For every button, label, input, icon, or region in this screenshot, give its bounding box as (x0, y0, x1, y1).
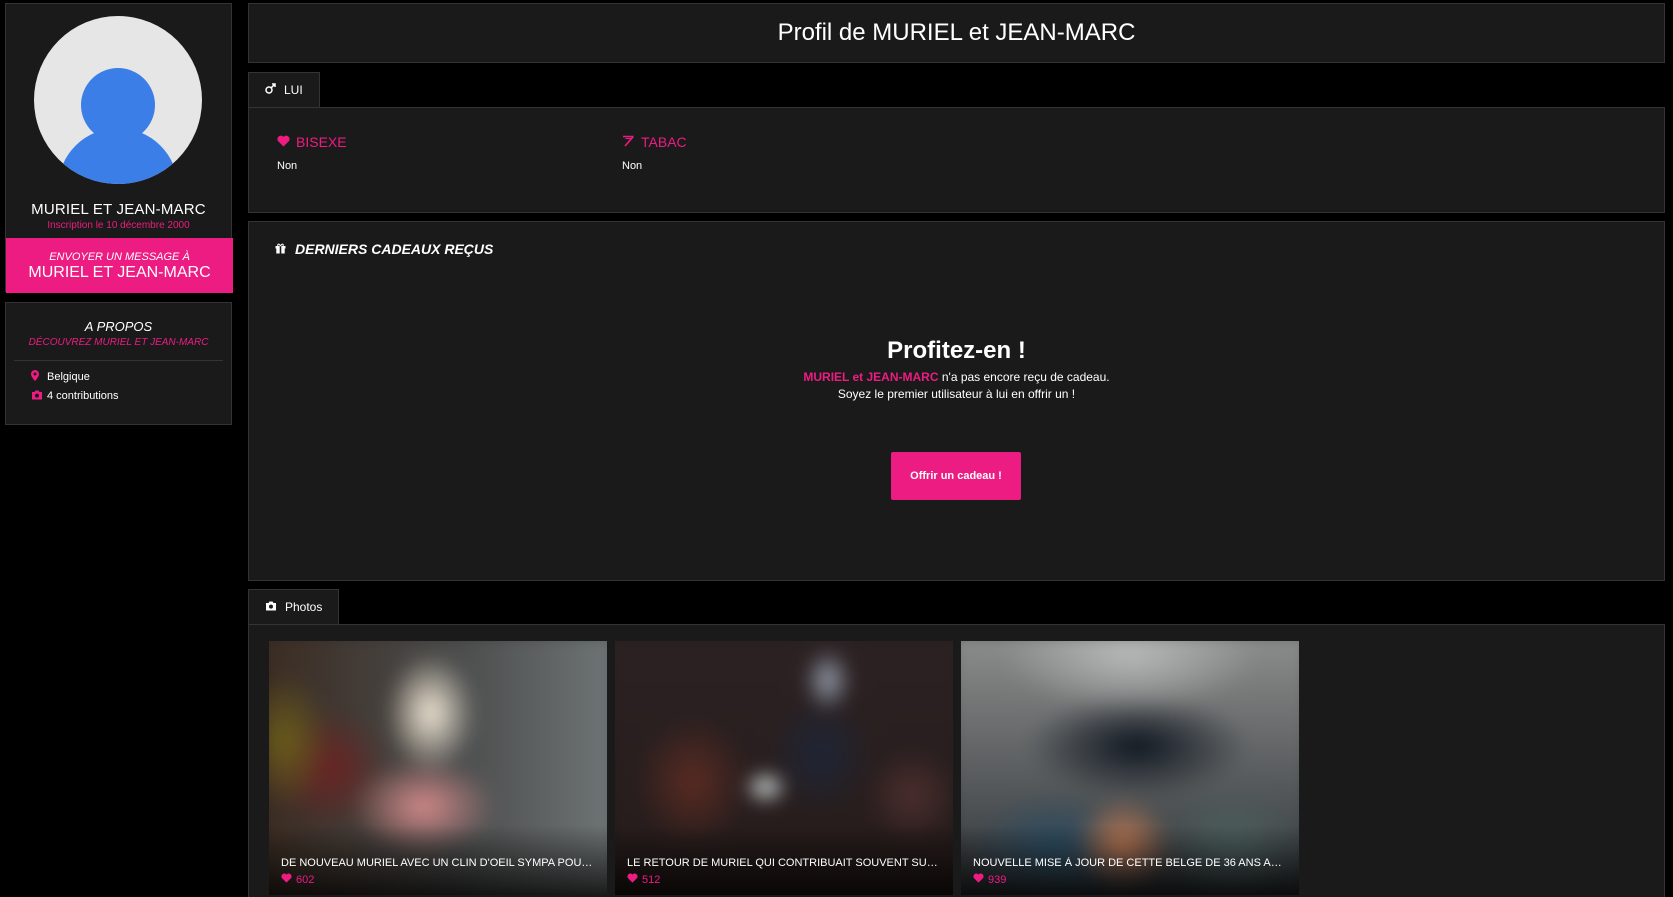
photo-card[interactable]: LE RETOUR DE MURIEL QUI CONTRIBUAIT SOUV… (615, 641, 953, 895)
gifts-user-name[interactable]: MURIEL et JEAN-MARC (803, 370, 938, 384)
likes-count: 939 (988, 873, 1007, 886)
about-subtitle: DÉCOUVREZ MURIEL ET JEAN-MARC (28, 337, 209, 348)
avatar (34, 16, 202, 184)
tabac-value: Non (622, 160, 643, 172)
photo-likes: 602 (281, 873, 314, 886)
gifts-empty-state: Profitez-en ! MURIEL et JEAN-MARC n'a pa… (249, 337, 1664, 403)
photos-panel: DE NOUVEAU MURIEL AVEC UN CLIN D'OEIL SY… (248, 624, 1665, 897)
gifts-panel: DERNIERS CADEAUX REÇUS Profitez-en ! MUR… (248, 221, 1665, 581)
tab-photos[interactable]: Photos (248, 589, 340, 624)
photo-card[interactable]: NOUVELLE MISE À JOUR DE CETTE BELGE DE 3… (961, 641, 1299, 895)
contributions-text: 4 contributions (47, 390, 119, 402)
camera-icon (265, 600, 277, 614)
cigarette-icon (622, 134, 635, 150)
photo-likes: 512 (627, 873, 660, 886)
attr-bisexe: BISEXE Non (277, 134, 347, 172)
gifts-heading: DERNIERS CADEAUX REÇUS (275, 241, 493, 257)
offer-gift-button[interactable]: Offrir un cadeau ! (891, 452, 1021, 500)
sidebar: MURIEL ET JEAN-MARC Inscription le 10 dé… (5, 3, 233, 425)
likes-count: 602 (296, 873, 315, 886)
about-location: Belgique (31, 369, 223, 385)
tab-lui-label: LUI (284, 83, 303, 97)
photo-caption: NOUVELLE MISE À JOUR DE CETTE BELGE DE 3… (973, 857, 1287, 869)
heart-icon (973, 873, 984, 886)
profile-card: MURIEL ET JEAN-MARC Inscription le 10 dé… (5, 3, 233, 293)
male-icon (265, 83, 276, 97)
heart-icon (627, 873, 638, 886)
page-title-box: Profil de MURIEL et JEAN-MARC (248, 3, 1665, 63)
lui-panel: BISEXE Non TABAC Non (248, 107, 1665, 213)
tab-lui[interactable]: LUI (248, 72, 320, 107)
attr-tabac: TABAC Non (622, 134, 687, 172)
page-title: Profil de MURIEL et JEAN-MARC (777, 19, 1136, 46)
map-pin-icon (31, 370, 47, 384)
registration-date: Inscription le 10 décembre 2000 (47, 220, 190, 231)
heart-icon (277, 134, 290, 150)
about-title: A PROPOS (84, 319, 153, 334)
gift-icon (275, 241, 286, 257)
main-content: Profil de MURIEL et JEAN-MARC LUI BISEXE… (248, 3, 1665, 897)
gifts-title: Profitez-en ! (887, 337, 1026, 364)
photo-caption: LE RETOUR DE MURIEL QUI CONTRIBUAIT SOUV… (627, 857, 941, 869)
photo-likes: 939 (973, 873, 1006, 886)
avatar-body (58, 128, 178, 184)
tabac-label: TABAC (641, 134, 687, 150)
gifts-message: MURIEL et JEAN-MARC n'a pas encore reçu … (249, 369, 1664, 403)
location-text: Belgique (47, 371, 90, 383)
bisexe-label: BISEXE (296, 134, 347, 150)
divider (14, 360, 223, 361)
bisexe-value: Non (277, 160, 298, 172)
gifts-line1: n'a pas encore reçu de cadeau. (938, 370, 1110, 384)
likes-count: 512 (642, 873, 661, 886)
about-card: A PROPOS DÉCOUVREZ MURIEL ET JEAN-MARC B… (5, 302, 232, 425)
gifts-heading-text: DERNIERS CADEAUX REÇUS (295, 241, 494, 257)
gifts-line2: Soyez le premier utilisateur à lui en of… (837, 387, 1076, 401)
photo-caption: DE NOUVEAU MURIEL AVEC UN CLIN D'OEIL SY… (281, 857, 595, 869)
profile-name: MURIEL ET JEAN-MARC (31, 201, 206, 218)
send-message-button[interactable]: ENVOYER UN MESSAGE À MURIEL ET JEAN-MARC (6, 238, 233, 293)
tab-photos-label: Photos (285, 600, 323, 614)
heart-icon (281, 873, 292, 886)
camera-icon (31, 390, 47, 403)
photo-card[interactable]: DE NOUVEAU MURIEL AVEC UN CLIN D'OEIL SY… (269, 641, 607, 895)
send-message-recipient: MURIEL ET JEAN-MARC (28, 264, 211, 281)
send-message-label: ENVOYER UN MESSAGE À (49, 251, 190, 263)
about-contributions[interactable]: 4 contributions (31, 388, 223, 404)
